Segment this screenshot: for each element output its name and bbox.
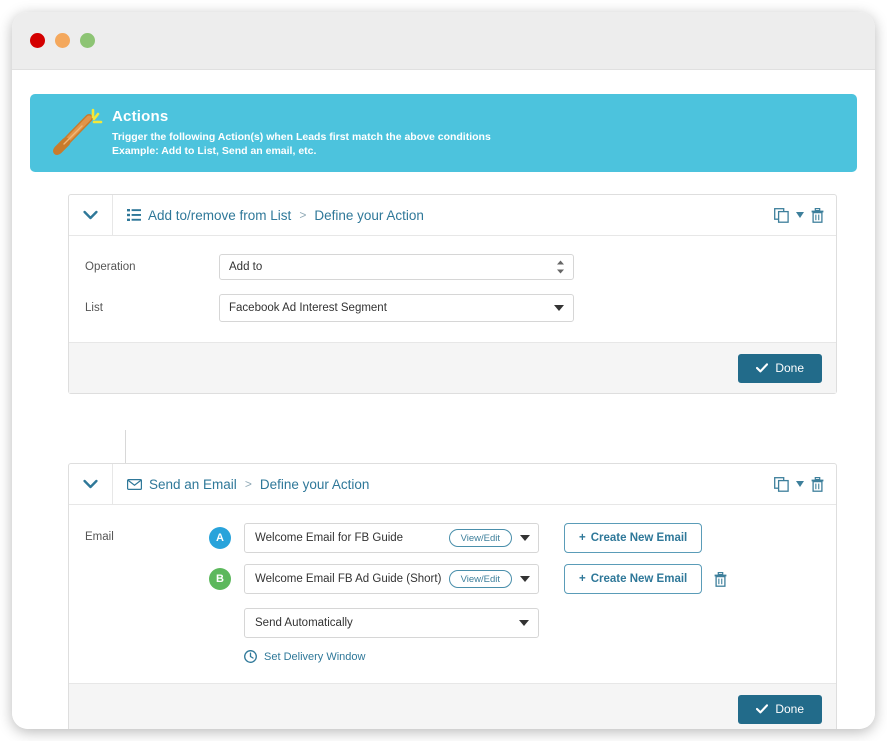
- create-new-email-button-b[interactable]: + Create New Email: [564, 564, 703, 594]
- breadcrumb-separator: >: [244, 477, 252, 491]
- view-edit-button-a[interactable]: View/Edit: [448, 529, 512, 547]
- email-row: A Welcome Email for FB Guide View/Edit +: [209, 523, 836, 553]
- panel-header: Send an Email > Define your Action: [69, 464, 836, 505]
- plus-icon: +: [579, 532, 586, 544]
- email-name-b: Welcome Email FB Ad Guide (Short): [255, 573, 442, 585]
- collapse-toggle-button[interactable]: [69, 464, 113, 504]
- done-button-label: Done: [775, 361, 804, 375]
- send-mode-select[interactable]: Send Automatically: [244, 608, 539, 638]
- panel-header-tools: [774, 207, 836, 223]
- page-viewport: Actions Trigger the following Action(s) …: [12, 70, 875, 729]
- send-mode-row: Send Automatically: [244, 608, 836, 638]
- caret-down-icon[interactable]: [796, 212, 804, 218]
- create-new-email-label-b: Create New Email: [590, 573, 688, 585]
- magic-wand-icon: [53, 108, 103, 155]
- trash-icon[interactable]: [811, 207, 824, 223]
- done-button[interactable]: Done: [738, 353, 822, 383]
- email-row: B Welcome Email FB Ad Guide (Short) View…: [209, 564, 836, 594]
- duplicate-icon[interactable]: [774, 207, 789, 223]
- create-new-email-label-a: Create New Email: [590, 532, 688, 544]
- envelope-icon: [127, 478, 142, 490]
- action-panel-add-remove-list: Add to/remove from List > Define your Ac…: [68, 194, 837, 394]
- panel-action-type-label: Send an Email: [149, 476, 237, 492]
- form-row-operation: Operation Add to: [69, 254, 836, 280]
- email-name-a: Welcome Email for FB Guide: [255, 532, 404, 544]
- panel-action-type-label: Add to/remove from List: [148, 207, 292, 223]
- email-block: Email A Welcome Email for FB Guide View/…: [69, 523, 836, 663]
- panel-footer: Done: [69, 342, 836, 393]
- trash-icon: [714, 571, 727, 587]
- trash-icon[interactable]: [811, 476, 824, 492]
- browser-titlebar: [12, 12, 875, 70]
- set-delivery-window-label: Set Delivery Window: [264, 650, 366, 663]
- panel-body: Operation Add to List Facebook Ad Intere…: [69, 236, 836, 342]
- operation-label: Operation: [85, 261, 136, 273]
- variant-badge-a: A: [209, 527, 231, 549]
- delete-email-row-button[interactable]: [714, 571, 727, 587]
- done-button[interactable]: Done: [738, 694, 822, 724]
- window-close-button[interactable]: [30, 33, 45, 48]
- email-rows: A Welcome Email for FB Guide View/Edit +: [209, 523, 836, 663]
- spinner-icon: [557, 260, 564, 274]
- panel-breadcrumb: Send an Email > Define your Action: [113, 477, 774, 492]
- clock-icon: [244, 650, 257, 663]
- create-new-email-button-a[interactable]: + Create New Email: [564, 523, 703, 553]
- email-select-b[interactable]: Welcome Email FB Ad Guide (Short) View/E…: [244, 564, 539, 594]
- list-select[interactable]: Facebook Ad Interest Segment: [219, 294, 574, 322]
- view-edit-button-b[interactable]: View/Edit: [448, 570, 512, 588]
- caret-down-icon[interactable]: [520, 535, 530, 541]
- operation-select[interactable]: Add to: [219, 254, 574, 280]
- banner-text-group: Actions Trigger the following Action(s) …: [112, 108, 491, 159]
- actions-banner: Actions Trigger the following Action(s) …: [30, 94, 857, 172]
- panel-header-tools: [774, 476, 836, 492]
- panel-body: Email A Welcome Email for FB Guide View/…: [69, 505, 836, 683]
- panel-step-label: Define your Action: [259, 476, 370, 492]
- list-label: List: [85, 302, 103, 314]
- check-icon: [756, 363, 769, 373]
- caret-down-icon: [519, 620, 529, 626]
- list-icon: [127, 209, 141, 221]
- panel-header: Add to/remove from List > Define your Ac…: [69, 195, 836, 236]
- variant-badge-b: B: [209, 568, 231, 590]
- email-select-a[interactable]: Welcome Email for FB Guide View/Edit: [244, 523, 539, 553]
- panel-footer: Done: [69, 683, 836, 729]
- email-label: Email: [85, 531, 114, 543]
- banner-description-line-1: Trigger the following Action(s) when Lea…: [112, 130, 491, 143]
- caret-down-icon[interactable]: [520, 576, 530, 582]
- panel-step-label: Define your Action: [314, 207, 424, 223]
- panel-breadcrumb: Add to/remove from List > Define your Ac…: [113, 208, 774, 223]
- chevron-down-icon: [83, 479, 98, 489]
- duplicate-icon[interactable]: [774, 476, 789, 492]
- caret-down-icon: [554, 305, 564, 311]
- banner-title: Actions: [112, 107, 169, 125]
- operation-value: Add to: [229, 261, 263, 273]
- set-delivery-window-link[interactable]: Set Delivery Window: [244, 650, 836, 663]
- browser-window: Actions Trigger the following Action(s) …: [12, 12, 875, 729]
- breadcrumb-separator: >: [299, 208, 307, 222]
- list-value: Facebook Ad Interest Segment: [229, 302, 387, 314]
- action-panel-send-an-email: Send an Email > Define your Action Email…: [68, 463, 837, 729]
- plus-icon: +: [579, 573, 586, 585]
- check-icon: [756, 704, 769, 714]
- collapse-toggle-button[interactable]: [69, 195, 113, 235]
- window-minimize-button[interactable]: [55, 33, 70, 48]
- form-row-list: List Facebook Ad Interest Segment: [69, 294, 836, 322]
- done-button-label: Done: [775, 702, 804, 716]
- banner-description-line-2: Example: Add to List, Send an email, etc…: [112, 145, 317, 157]
- caret-down-icon[interactable]: [796, 481, 804, 487]
- chevron-down-icon: [83, 210, 98, 220]
- send-mode-value: Send Automatically: [255, 617, 353, 629]
- window-maximize-button[interactable]: [80, 33, 95, 48]
